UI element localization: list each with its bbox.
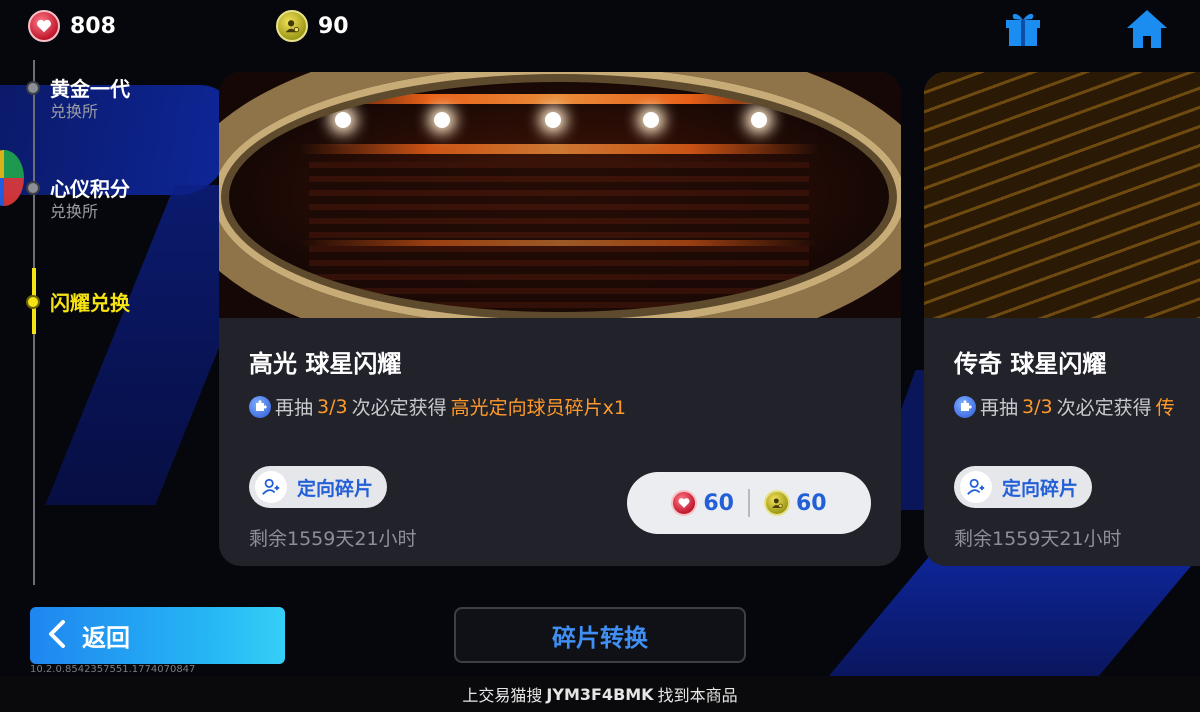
player-icon (960, 471, 992, 503)
directed-fragment-tag[interactable]: 定向碎片 (954, 466, 1093, 508)
convert-label: 碎片转换 (552, 623, 648, 652)
card-banner-image (219, 72, 901, 318)
heart-count: 808 (70, 13, 116, 39)
buy-button[interactable]: 60 60 (627, 472, 871, 534)
remaining-time: 剩余1559天21小时 (249, 528, 417, 550)
card-title: 传奇 球星闪耀 (954, 350, 1107, 378)
stadium-frame (219, 72, 901, 318)
sidebar-item-subtitle: 兑换所 (50, 102, 99, 121)
footer-suffix: 找到本商品 (657, 686, 738, 705)
nav-dot (26, 81, 40, 95)
heart-currency: 808 (28, 10, 116, 42)
card-description: 再抽 3/3 次必定获得传 (954, 393, 1200, 420)
footer-code: JYM3F4BMK (546, 684, 654, 704)
back-label: 返回 (82, 624, 130, 652)
home-icon[interactable] (1124, 6, 1170, 52)
footer-prefix: 上交易猫搜 (462, 686, 543, 705)
sidebar-item-title: 闪耀兑换 (50, 291, 130, 315)
desc-mid: 次必定获得 (351, 397, 447, 419)
coin-currency: 90 (276, 10, 349, 42)
puzzle-icon (954, 395, 976, 418)
desc-mid: 次必定获得 (1056, 397, 1152, 419)
sidebar-item-golden-generation[interactable]: 黄金一代 兑换所 (26, 76, 130, 122)
remaining-time: 剩余1559天21小时 (954, 528, 1122, 550)
card-body: 传奇 球星闪耀 再抽 3/3 次必定获得传 定向碎片 剩余1559天21小时 (924, 318, 1200, 566)
exchange-card-highlight[interactable]: 高光 球星闪耀 再抽 3/3 次必定获得 高光定向球员碎片x1 定向碎片 剩余1559… (219, 72, 901, 566)
sidebar-item-title: 黄金一代 (50, 77, 130, 101)
price-hearts: 60 (671, 490, 734, 516)
nav-dot (26, 181, 40, 195)
price-divider (748, 489, 750, 517)
version-text: 10.2.0.8542357551.1774070847 (30, 664, 196, 675)
sidebar-item-shine-exchange[interactable]: 闪耀兑换 (26, 290, 130, 316)
desc-reward: 高光定向球员碎片x1 (450, 397, 626, 419)
top-bar: 808 90 (0, 0, 1200, 52)
heart-icon (28, 10, 60, 42)
coin-icon (276, 10, 308, 42)
card-title: 高光 球星闪耀 (249, 350, 402, 378)
sidebar-item-subtitle: 兑换所 (50, 202, 99, 221)
desc-reward: 传 (1155, 397, 1175, 419)
card-body: 高光 球星闪耀 再抽 3/3 次必定获得 高光定向球员碎片x1 定向碎片 剩余1559… (219, 318, 901, 566)
back-button[interactable]: 返回 (30, 607, 285, 664)
footer-banner: 上交易猫搜 JYM3F4BMK 找到本商品 (0, 676, 1200, 712)
coin-icon (764, 490, 790, 516)
price-hearts-value: 60 (703, 490, 734, 516)
tag-label: 定向碎片 (1002, 477, 1079, 500)
sidebar-item-title: 心仪积分 (50, 177, 130, 201)
sidebar-item-favor-points[interactable]: 心仪积分 兑换所 (26, 176, 130, 222)
coin-count: 90 (318, 13, 349, 39)
heart-icon (671, 490, 698, 516)
card-description: 再抽 3/3 次必定获得 高光定向球员碎片x1 (249, 393, 871, 420)
desc-prefix: 再抽 (980, 397, 1019, 419)
nav-dot-active (26, 295, 40, 309)
card-banner-image (924, 72, 1200, 318)
puzzle-icon (249, 395, 271, 418)
desc-count: 3/3 (317, 395, 348, 418)
price-coins: 60 (764, 490, 827, 516)
game-screen: 808 90 黄金一代 兑换所 心仪积分 兑换所 闪耀兑换 高光 球星闪耀 再抽… (0, 0, 1200, 712)
player-icon (255, 471, 287, 503)
price-coins-value: 60 (796, 490, 827, 516)
directed-fragment-tag[interactable]: 定向碎片 (249, 466, 388, 508)
fragment-convert-button[interactable]: 碎片转换 (454, 607, 746, 663)
gift-icon[interactable] (1002, 6, 1044, 48)
chevron-left-icon (46, 619, 68, 653)
exchange-card-legend[interactable]: 传奇 球星闪耀 再抽 3/3 次必定获得传 定向碎片 剩余1559天21小时 (924, 72, 1200, 566)
desc-count: 3/3 (1022, 395, 1053, 418)
tag-label: 定向碎片 (297, 477, 374, 500)
desc-prefix: 再抽 (275, 397, 314, 419)
